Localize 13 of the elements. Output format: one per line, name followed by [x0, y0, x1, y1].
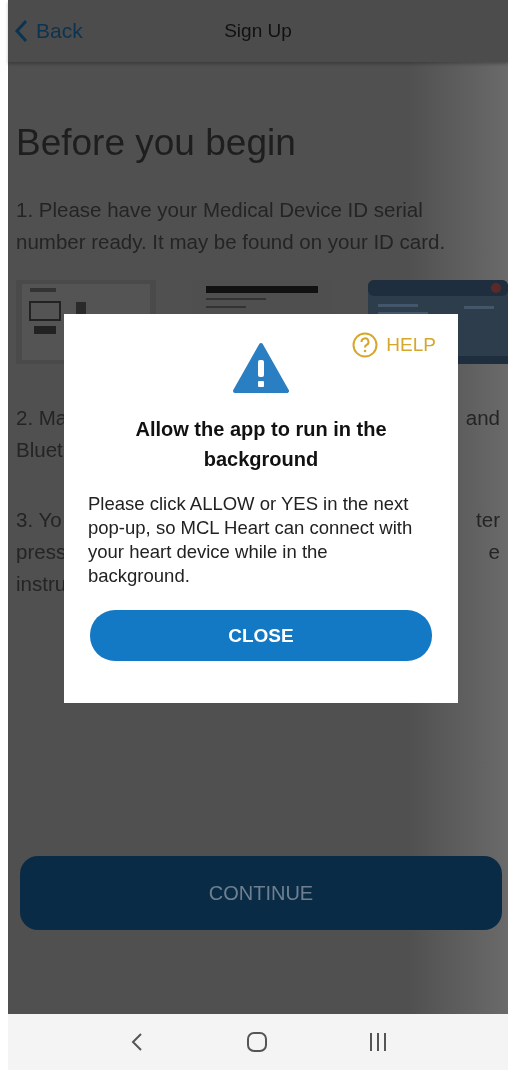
close-button[interactable]: CLOSE	[90, 610, 432, 661]
step-text: ter	[476, 507, 500, 533]
screen-title: Sign Up	[224, 20, 292, 42]
dialog-title: Allow the app to run in the background	[134, 417, 388, 472]
warning-icon	[232, 342, 290, 394]
chevron-left-icon	[14, 19, 28, 43]
help-icon	[352, 332, 379, 358]
home-icon[interactable]	[246, 1031, 268, 1053]
dialog-message: Please click ALLOW or YES in the next pop-up, so MCL Heart can connect with your heart device while in the background.	[88, 492, 414, 588]
help-button[interactable]: HELP	[352, 332, 436, 358]
step-text: and	[465, 405, 500, 431]
recents-icon[interactable]	[368, 1031, 388, 1053]
step-text: e	[488, 539, 500, 565]
